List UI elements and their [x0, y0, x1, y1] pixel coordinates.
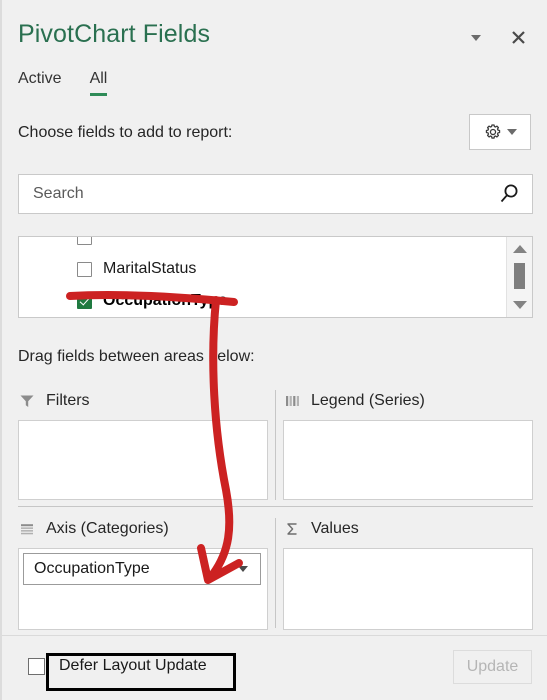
chevron-down-icon: [506, 129, 517, 135]
area-axis-title: Axis (Categories): [46, 520, 169, 537]
defer-layout-update-checkbox[interactable]: [28, 657, 45, 675]
area-legend-title: Legend (Series): [311, 392, 425, 409]
scroll-down-arrow-icon: [512, 301, 527, 309]
field-list-item-partial-bottom[interactable]: [19, 317, 506, 318]
close-button[interactable]: [505, 24, 531, 50]
area-filters-title: Filters: [46, 392, 90, 409]
area-values: Values: [283, 514, 533, 630]
area-axis-header: Axis (Categories): [18, 514, 268, 544]
pivotchart-fields-panel: PivotChart Fields Active All Choose fiel…: [0, 0, 547, 700]
tab-all[interactable]: All: [89, 70, 108, 98]
areas-horizontal-divider: [18, 506, 533, 507]
scroll-up-arrow-icon: [512, 245, 527, 253]
search-icon: [500, 184, 518, 203]
tab-active-label: Active: [18, 70, 62, 87]
field-checkbox-occupationtype[interactable]: [77, 293, 92, 309]
field-settings-button[interactable]: [469, 114, 531, 150]
field-list-item-partial-top[interactable]: [19, 237, 506, 253]
page-title: PivotChart Fields: [18, 20, 211, 48]
area-axis: Axis (Categories) OccupationType: [18, 514, 268, 630]
area-values-header: Values: [283, 514, 533, 544]
panel-menu-chevron-down-icon[interactable]: [463, 25, 489, 51]
update-button-label: Update: [466, 658, 519, 675]
list-item[interactable]: MaritalStatus: [19, 253, 506, 285]
close-icon: [511, 30, 525, 44]
area-legend: Legend (Series): [283, 386, 533, 500]
area-filters: Filters: [18, 386, 268, 500]
field-list-scroll-viewport: MaritalStatus OccupationType: [19, 237, 506, 318]
field-list[interactable]: MaritalStatus OccupationType: [18, 236, 533, 318]
field-list-scrollbar[interactable]: [506, 237, 532, 317]
area-values-dropzone[interactable]: [283, 548, 533, 630]
search-input[interactable]: [31, 175, 486, 213]
field-checkbox-maritalstatus[interactable]: [77, 261, 92, 277]
field-chip-label: OccupationType: [34, 560, 150, 577]
field-label-occupationtype: OccupationType: [103, 292, 228, 309]
gear-icon: [485, 124, 500, 139]
areas-vertical-divider-top: [275, 390, 276, 500]
axis-rows-icon: [21, 524, 33, 535]
list-item[interactable]: OccupationType: [19, 285, 506, 317]
area-filters-header: Filters: [18, 386, 268, 416]
drag-fields-label: Drag fields between areas below:: [18, 348, 255, 365]
legend-bars-icon: [286, 396, 299, 406]
area-legend-dropzone[interactable]: [283, 420, 533, 500]
defer-layout-update-control[interactable]: Defer Layout Update: [28, 654, 212, 678]
tab-active[interactable]: Active: [18, 70, 62, 98]
areas-grid: Filters Legend (Series) Axis (Categories…: [18, 386, 533, 634]
scrollbar-thumb[interactable]: [514, 263, 525, 289]
defer-layout-update-label: Defer Layout Update: [59, 657, 207, 674]
sigma-icon: [287, 523, 297, 535]
panel-header: PivotChart Fields: [2, 0, 547, 62]
choose-fields-label: Choose fields to add to report:: [18, 124, 233, 141]
field-checkbox[interactable]: [77, 237, 92, 245]
chevron-down-icon: [471, 35, 481, 41]
search-button[interactable]: [496, 181, 522, 207]
search-box[interactable]: [18, 174, 533, 214]
scrollbar-down-button[interactable]: [507, 295, 532, 315]
update-button[interactable]: Update: [453, 650, 532, 684]
area-legend-header: Legend (Series): [283, 386, 533, 416]
panel-footer: Defer Layout Update Update: [2, 635, 547, 700]
field-tabs: Active All: [18, 70, 107, 98]
area-axis-dropzone[interactable]: OccupationType: [18, 548, 268, 630]
chevron-down-icon[interactable]: [238, 566, 248, 572]
filter-funnel-icon: [20, 395, 34, 407]
area-values-title: Values: [311, 520, 359, 537]
scrollbar-up-button[interactable]: [507, 239, 532, 259]
areas-vertical-divider-bottom: [275, 518, 276, 628]
field-label-maritalstatus: MaritalStatus: [103, 260, 197, 277]
tab-all-label: All: [89, 70, 108, 87]
field-chip-occupationtype[interactable]: OccupationType: [23, 553, 261, 585]
area-filters-dropzone[interactable]: [18, 420, 268, 500]
